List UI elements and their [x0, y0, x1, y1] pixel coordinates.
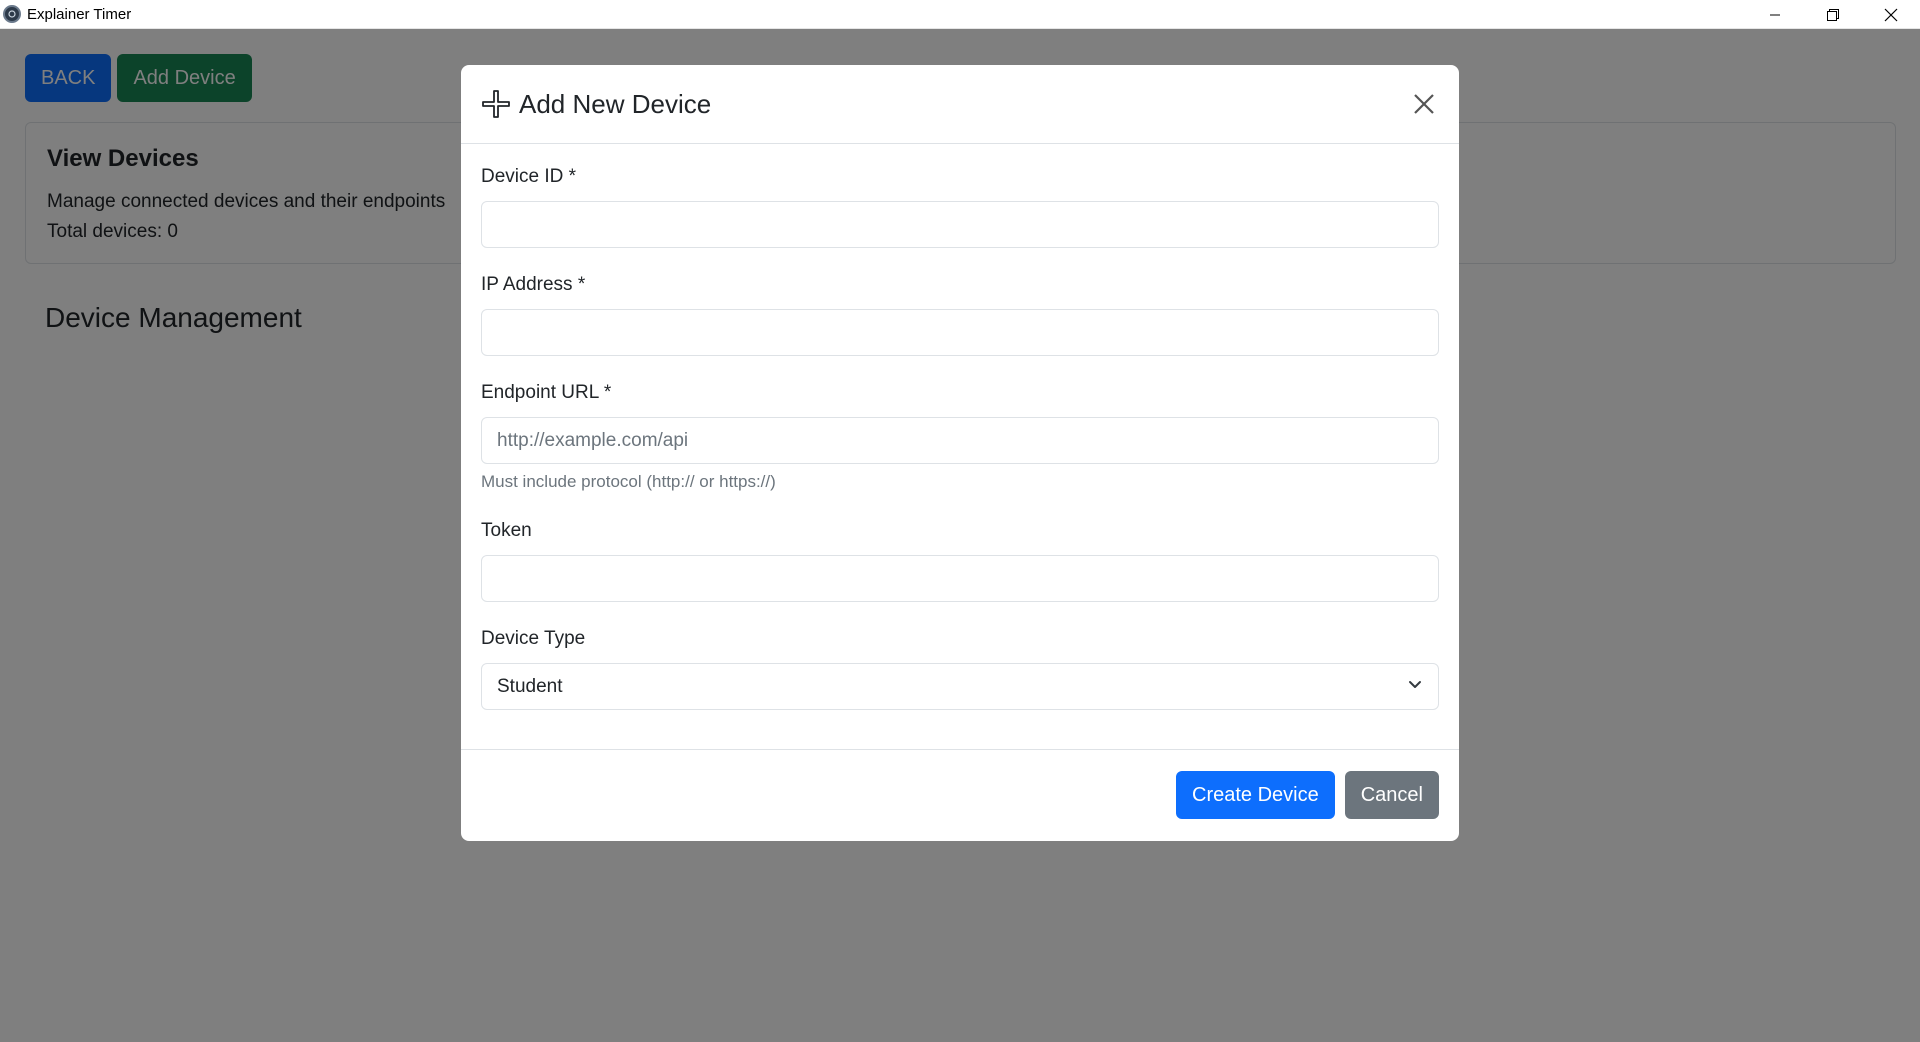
close-icon[interactable]: [1407, 87, 1441, 121]
chevron-down-icon: [1407, 676, 1423, 698]
add-device-modal: Add New Device Device ID * IP Address * …: [461, 65, 1459, 841]
modal-title: Add New Device: [519, 88, 712, 119]
minimize-icon[interactable]: [1746, 0, 1804, 29]
device-type-label: Device Type: [481, 628, 586, 649]
restore-icon[interactable]: [1804, 0, 1862, 29]
plus-icon: [481, 89, 511, 119]
endpoint-url-help: Must include protocol (http:// or https:…: [481, 472, 776, 491]
modal-footer: Create Device Cancel: [461, 750, 1459, 840]
cancel-button[interactable]: Cancel: [1344, 771, 1439, 819]
token-label: Token: [481, 520, 532, 541]
endpoint-url-group: Endpoint URL * Must include protocol (ht…: [481, 382, 1439, 492]
ip-address-input[interactable]: [481, 309, 1439, 356]
modal-header: Add New Device: [461, 65, 1459, 144]
window-controls: [1746, 0, 1920, 29]
ip-address-group: IP Address *: [481, 274, 1439, 356]
token-input[interactable]: [481, 555, 1439, 602]
close-icon[interactable]: [1862, 0, 1920, 29]
device-type-value: Student: [497, 675, 563, 697]
device-id-label: Device ID *: [481, 166, 577, 187]
device-type-select[interactable]: Student: [481, 663, 1439, 710]
create-device-button[interactable]: Create Device: [1176, 771, 1335, 819]
ip-address-label: IP Address *: [481, 274, 586, 295]
window-titlebar: Explainer Timer: [0, 0, 1920, 29]
endpoint-url-input[interactable]: [481, 417, 1439, 464]
device-type-group: Device Type Student: [481, 628, 1439, 710]
window-title: Explainer Timer: [27, 5, 132, 23]
endpoint-url-label: Endpoint URL *: [481, 382, 612, 403]
app-logo-icon: [3, 5, 21, 23]
token-group: Token: [481, 520, 1439, 602]
modal-body: Device ID * IP Address * Endpoint URL * …: [461, 144, 1459, 750]
device-id-group: Device ID *: [481, 166, 1439, 248]
device-id-input[interactable]: [481, 201, 1439, 248]
